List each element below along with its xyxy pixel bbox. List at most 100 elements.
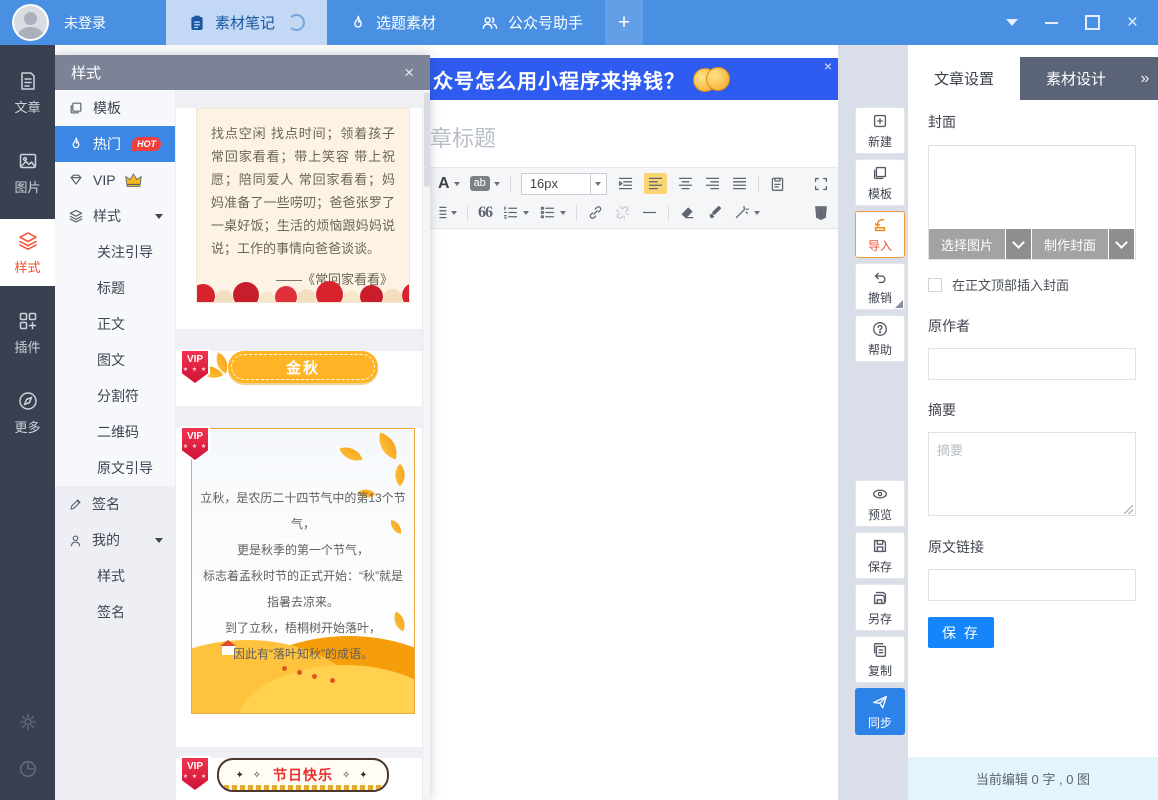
unordered-list-icon[interactable] [539, 204, 566, 221]
usage-pie-icon[interactable] [18, 759, 38, 784]
maximize-icon[interactable] [1085, 15, 1100, 30]
source-link-input[interactable] [928, 569, 1136, 601]
cover-preview-box[interactable]: 选择图片 制作封面 [928, 145, 1136, 260]
make-cover-dropdown-icon[interactable] [1109, 229, 1134, 259]
summary-label: 摘要 [928, 400, 1136, 420]
sparkle-decor-right: ✧ ✦ [342, 770, 371, 781]
promo-banner-close-icon[interactable]: × [824, 59, 832, 73]
sidebar-item-styles[interactable]: 样式 [0, 219, 55, 286]
ordered-list-icon[interactable] [502, 204, 529, 221]
login-status[interactable]: 未登录 [64, 13, 106, 33]
font-color-icon[interactable]: A [438, 175, 460, 193]
sparkle-decor-left: ✦ ✧ [235, 770, 264, 781]
styles-menu-qrcode[interactable]: 二维码 [55, 414, 175, 450]
new-button[interactable]: 新建 [855, 107, 905, 154]
flowers-decoration [196, 276, 410, 303]
font-size-dropdown-icon[interactable] [591, 173, 607, 195]
html5-icon[interactable]: 5 [812, 204, 830, 222]
styles-menu-mine[interactable]: 我的 [55, 522, 175, 558]
blockquote-icon[interactable]: 66 [478, 204, 492, 222]
indent-icon[interactable] [617, 175, 634, 192]
eraser-icon[interactable] [679, 204, 696, 221]
editor-area[interactable]: 众号怎么用小程序来挣钱？ × 文章标题 A ab 16px [430, 45, 838, 800]
styles-menu-my-signature[interactable]: 签名 [55, 594, 175, 630]
align-left-icon[interactable] [644, 173, 667, 194]
edit-status-bar: 当前编辑 0 字 , 0 图 [908, 757, 1158, 800]
styles-list-scrollbar[interactable] [422, 90, 430, 800]
fullscreen-icon[interactable] [812, 175, 830, 193]
sync-button[interactable]: 同步 [855, 688, 905, 735]
styles-menu-heading[interactable]: 标题 [55, 270, 175, 306]
styles-menu-signature[interactable]: 签名 [55, 486, 175, 522]
select-image-button[interactable]: 选择图片 [929, 229, 1005, 259]
save-as-button[interactable]: 另存 [855, 584, 905, 631]
format-brush-icon[interactable] [706, 204, 723, 221]
styles-menu: 模板 热门 HOT VIP 样式 [55, 90, 176, 800]
style-item-festival-banner[interactable]: VIP★ ★ ★ ✦ ✧ 节日快乐 ✧ ✦ [176, 758, 430, 800]
styles-menu-divider[interactable]: 分割符 [55, 378, 175, 414]
highlight-icon[interactable]: ab [470, 176, 500, 191]
styles-menu-template[interactable]: 模板 [55, 90, 175, 126]
styles-panel-close-icon[interactable]: × [404, 63, 414, 83]
close-icon[interactable]: × [1127, 13, 1138, 32]
tab-topic-material[interactable]: 选题素材 [327, 0, 458, 45]
summary-textarea[interactable] [928, 432, 1136, 516]
styles-menu-styles[interactable]: 样式 [55, 198, 175, 234]
style-item-liqiu-card[interactable]: VIP★ ★ ★ 立秋，是农历二十四节气中的第13个节 气， 更是秋季的第一个节… [176, 428, 430, 747]
avatar[interactable] [12, 4, 49, 41]
toolbar-row-2: 66 5 [438, 200, 830, 226]
add-tab-button[interactable]: + [605, 0, 643, 45]
preview-button[interactable]: 预览 [855, 480, 905, 527]
styles-menu-source-guide[interactable]: 原文引导 [55, 450, 175, 486]
styles-menu-hot[interactable]: 热门 HOT [55, 126, 175, 162]
styles-menu-body-text[interactable]: 正文 [55, 306, 175, 342]
promo-banner[interactable]: 众号怎么用小程序来挣钱？ × [430, 58, 838, 100]
style-item-golden-autumn[interactable]: VIP★ ★ ★ 金秋 [176, 351, 430, 406]
minimize-icon[interactable] [1045, 22, 1058, 24]
insert-cover-checkbox[interactable] [928, 278, 942, 292]
unlink-icon[interactable] [614, 204, 631, 221]
help-button[interactable]: 帮助 [855, 315, 905, 362]
justify-icon[interactable] [731, 175, 748, 192]
editor-toolbar: A ab 16px 66 [430, 167, 838, 229]
style-item-quote-card[interactable]: 找点空闲 找点时间；领着孩子 常回家看看；带上笑容 带上祝愿；陪同爱人 常回家看… [176, 108, 430, 329]
align-right-icon[interactable] [704, 175, 721, 192]
line-height-icon[interactable] [438, 204, 457, 221]
link-icon[interactable] [587, 204, 604, 221]
styles-menu-my-styles[interactable]: 样式 [55, 558, 175, 594]
align-center-icon[interactable] [677, 175, 694, 192]
sidebar-item-plugins[interactable]: 插件 [0, 299, 55, 366]
select-image-dropdown-icon[interactable] [1006, 229, 1031, 259]
golden-autumn-style: 金秋 [228, 351, 378, 383]
magic-wand-icon[interactable] [733, 204, 760, 221]
dropdown-arrow-icon[interactable] [1006, 19, 1018, 26]
horizontal-rule-icon[interactable] [641, 204, 658, 221]
import-button[interactable]: 导入 [855, 211, 905, 258]
summary-textarea-wrap [928, 420, 1136, 519]
template-button[interactable]: 模板 [855, 159, 905, 206]
copy-button[interactable]: 复制 [855, 636, 905, 683]
styles-menu-follow-guide[interactable]: 关注引导 [55, 234, 175, 270]
undo-button[interactable]: 撤销 [855, 263, 905, 310]
sidebar-item-more[interactable]: 更多 [0, 379, 55, 446]
paste-icon[interactable] [769, 175, 786, 192]
styles-menu-image-text[interactable]: 图文 [55, 342, 175, 378]
refresh-icon[interactable] [288, 14, 305, 31]
sidebar-item-article[interactable]: 文章 [0, 59, 55, 126]
save-button-strip[interactable]: 保存 [855, 532, 905, 579]
tab-article-settings[interactable]: 文章设置 [908, 57, 1020, 100]
styles-menu-vip[interactable]: VIP [55, 162, 175, 198]
tab-material-notes[interactable]: 素材笔记 [166, 0, 327, 45]
sidebar-item-image[interactable]: 图片 [0, 139, 55, 206]
collapse-panel-icon[interactable]: » [1132, 57, 1158, 100]
chevron-down-icon [155, 214, 163, 219]
cover-label: 封面 [928, 112, 1136, 132]
author-input[interactable] [928, 348, 1136, 380]
gear-icon[interactable] [18, 712, 38, 737]
festival-label: 节日快乐 [273, 765, 333, 785]
save-article-button[interactable]: 保 存 [928, 617, 994, 648]
tab-official-account-helper[interactable]: 公众号助手 [458, 0, 605, 45]
font-size-select[interactable]: 16px [521, 173, 591, 195]
make-cover-button[interactable]: 制作封面 [1032, 229, 1108, 259]
tab-material-design[interactable]: 素材设计 [1020, 57, 1132, 100]
